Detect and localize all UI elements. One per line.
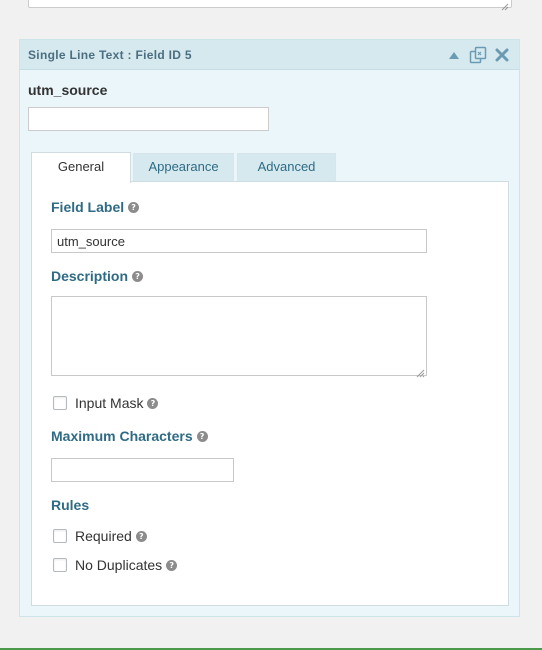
question-mark-icon[interactable]: ? — [196, 430, 208, 442]
field-title: Single Line Text : Field ID 5 — [28, 48, 192, 62]
description-setting-label: Description ? — [51, 268, 144, 284]
close-icon[interactable] — [493, 46, 511, 64]
duplicate-icon[interactable] — [469, 46, 487, 64]
resize-grip-icon[interactable] — [501, 0, 509, 11]
previous-field-textarea[interactable] — [28, 0, 512, 11]
question-mark-icon[interactable]: ? — [132, 270, 144, 282]
field-preview-label: utm_source — [28, 82, 108, 98]
required-row: Required ? — [53, 528, 147, 544]
question-mark-icon[interactable]: ? — [128, 201, 140, 213]
input-mask-checkbox[interactable] — [53, 396, 67, 410]
input-mask-row: Input Mask ? — [53, 395, 159, 411]
description-heading: Description — [51, 268, 129, 284]
no-duplicates-checkbox[interactable] — [53, 558, 67, 572]
question-mark-icon[interactable]: ? — [166, 559, 178, 571]
question-mark-icon[interactable]: ? — [135, 530, 147, 542]
tab-appearance[interactable]: Appearance — [133, 153, 234, 181]
field-label-input[interactable]: utm_source — [51, 229, 427, 253]
field-label-input-value: utm_source — [57, 233, 125, 249]
required-label: Required — [75, 528, 132, 544]
field-card: Single Line Text : Field ID 5 utm_source… — [19, 39, 520, 617]
tab-advanced[interactable]: Advanced — [237, 153, 336, 181]
field-label-heading: Field Label — [51, 199, 125, 215]
question-mark-icon[interactable]: ? — [147, 397, 159, 409]
input-mask-label: Input Mask — [75, 395, 144, 411]
field-header-controls — [445, 46, 511, 64]
general-tab-panel: Field Label ? utm_source Description ? I… — [31, 181, 509, 606]
max-chars-setting-label: Maximum Characters ? — [51, 428, 208, 444]
required-checkbox[interactable] — [53, 529, 67, 543]
resize-grip-icon[interactable] — [416, 365, 425, 378]
no-duplicates-row: No Duplicates ? — [53, 557, 178, 573]
rules-heading: Rules — [51, 497, 90, 513]
field-preview-input[interactable] — [28, 107, 269, 131]
field-label-setting-label: Field Label ? — [51, 199, 140, 215]
field-header[interactable]: Single Line Text : Field ID 5 — [20, 40, 519, 70]
triangle-up-icon[interactable] — [445, 46, 463, 64]
no-duplicates-label: No Duplicates — [75, 557, 163, 573]
max-chars-input[interactable] — [51, 458, 234, 482]
tab-general[interactable]: General — [31, 152, 131, 183]
max-chars-heading: Maximum Characters — [51, 428, 193, 444]
description-textarea[interactable] — [51, 296, 427, 378]
